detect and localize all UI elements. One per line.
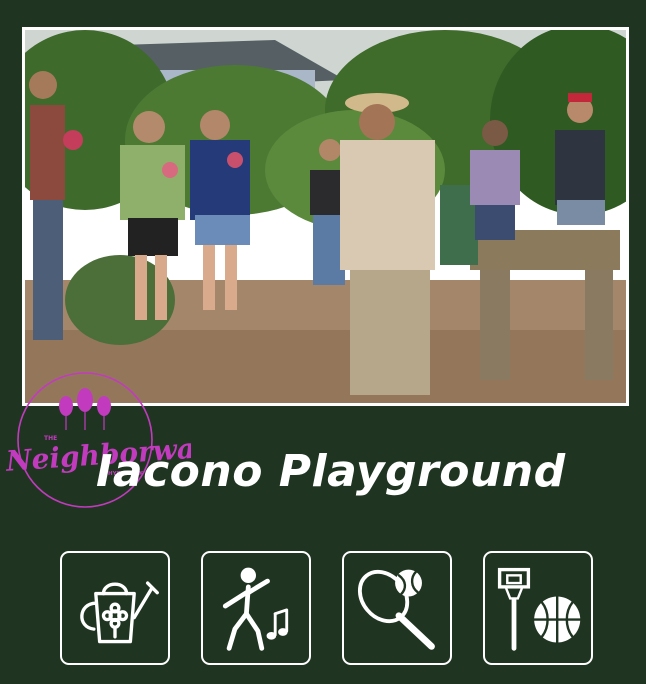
amenity-gardening [60, 551, 170, 665]
tennis-icon [357, 569, 435, 650]
dancing-person-icon [222, 567, 289, 651]
page-title: Iacono Playground [96, 446, 566, 497]
amenity-basketball [483, 551, 593, 665]
basketball-icon [497, 567, 582, 651]
amenity-icons-row [60, 551, 600, 666]
amenity-dance [201, 551, 311, 665]
hero-photo-frame [22, 27, 629, 406]
amenity-tennis [342, 551, 452, 665]
garden-group-photo [25, 30, 626, 403]
watering-can-icon [80, 581, 159, 644]
